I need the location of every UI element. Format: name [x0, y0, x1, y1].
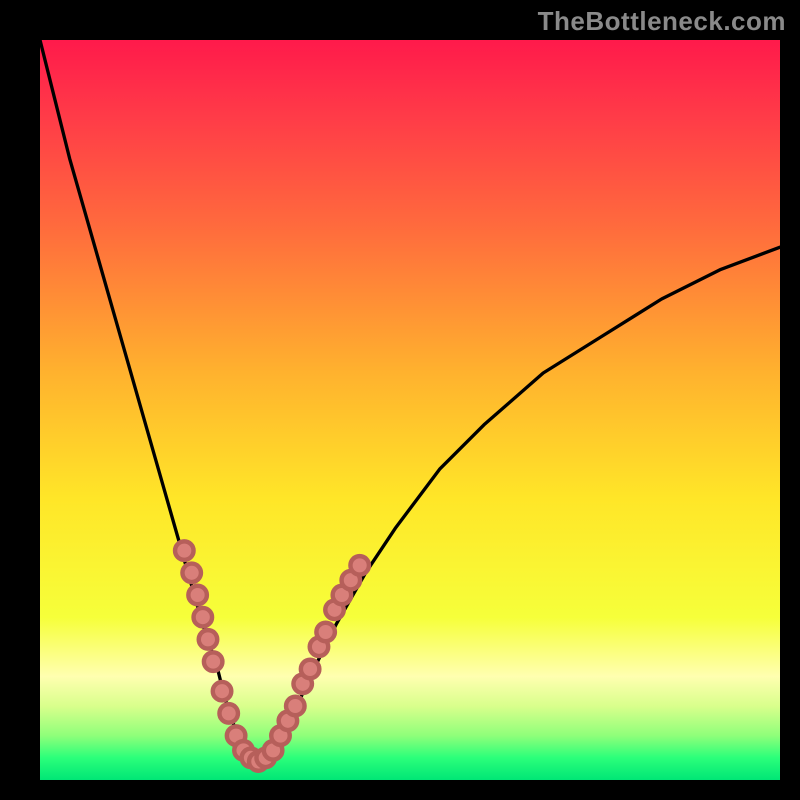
data-point-marker	[286, 697, 305, 716]
data-point-marker	[219, 704, 238, 723]
data-point-marker	[194, 608, 213, 627]
data-point-marker	[175, 541, 194, 560]
data-point-marker	[199, 630, 218, 649]
data-point-marker	[182, 564, 201, 583]
data-point-marker	[204, 652, 223, 671]
data-point-marker	[213, 682, 232, 701]
data-point-marker	[350, 556, 369, 575]
watermark-label: TheBottleneck.com	[538, 6, 786, 37]
data-point-marker	[316, 623, 335, 642]
chart-frame: TheBottleneck.com	[0, 0, 800, 800]
data-point-marker	[301, 660, 320, 679]
data-point-marker	[188, 586, 207, 605]
bottleneck-curve	[40, 40, 780, 780]
plot-area	[40, 40, 780, 780]
